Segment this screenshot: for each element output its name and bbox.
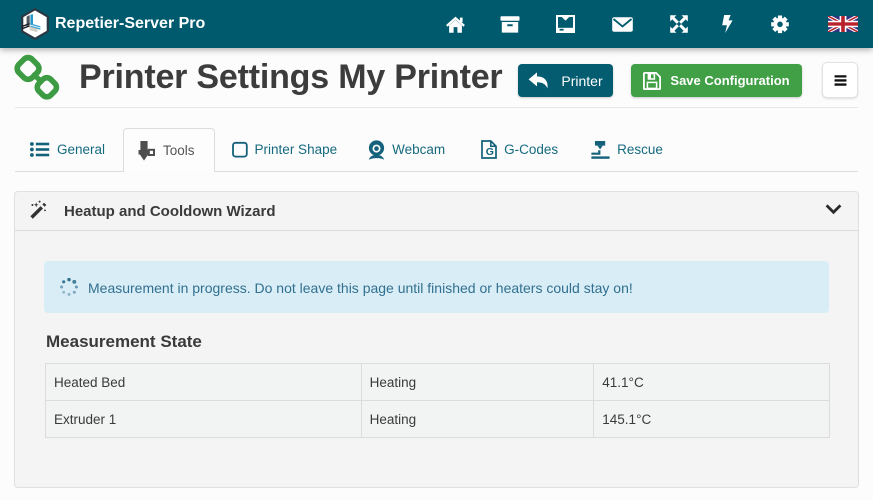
svg-text:G: G bbox=[486, 146, 494, 158]
